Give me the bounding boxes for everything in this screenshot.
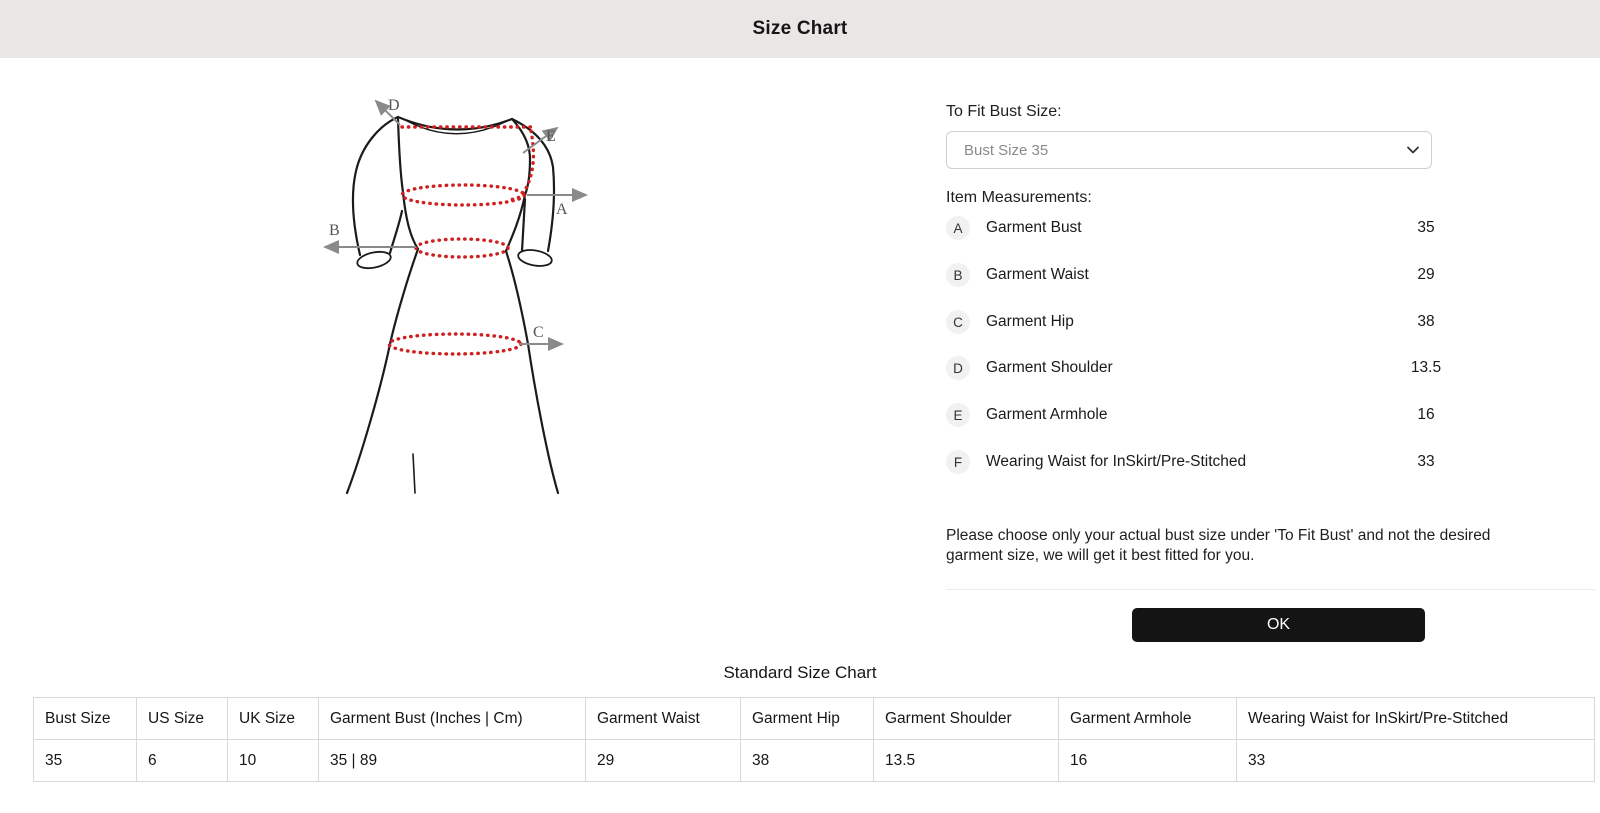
badge-c: C [946,310,970,334]
fit-note-line1: Please choose only your actual bust size… [946,527,1490,544]
ok-button[interactable]: OK [1132,608,1425,642]
dress-outline [347,117,558,493]
measurement-label: Garment Bust [986,219,1082,237]
fit-note: Please choose only your actual bust size… [946,526,1546,566]
cell-garment-waist: 29 [586,740,741,782]
standard-size-chart-table: Bust Size US Size UK Size Garment Bust (… [33,697,1595,782]
cell-garment-bust: 35 | 89 [319,740,586,782]
fit-bust-label: To Fit Bust Size: [946,103,1062,121]
item-measurements-label: Item Measurements: [946,189,1092,207]
divider [946,589,1595,590]
label-e: E [546,128,556,145]
measurement-row-a: A Garment Bust 35 [946,216,1446,240]
dress-diagram: D E A B C [312,86,612,500]
measurement-row-c: C Garment Hip 38 [946,310,1446,334]
size-selector-panel: To Fit Bust Size: Bust Size 35 Item Meas… [946,96,1595,662]
measurement-value: 35 [1401,219,1451,237]
col-garment-armhole: Garment Armhole [1059,698,1237,740]
cell-garment-shoulder: 13.5 [874,740,1059,782]
badge-b: B [946,263,970,287]
page-title: Size Chart [753,18,848,40]
bust-size-select-wrap: Bust Size 35 [946,131,1432,169]
measurement-label: Garment Shoulder [986,359,1113,377]
col-us-size: US Size [137,698,228,740]
title-bar: Size Chart [0,0,1600,58]
col-garment-shoulder: Garment Shoulder [874,698,1059,740]
measurement-value: 33 [1401,453,1451,471]
measurement-label: Garment Waist [986,266,1089,284]
cell-garment-hip: 38 [741,740,874,782]
cell-us-size: 6 [137,740,228,782]
col-uk-size: UK Size [228,698,319,740]
col-garment-waist: Garment Waist [586,698,741,740]
measurement-value: 29 [1401,266,1451,284]
measurement-value: 13.5 [1401,359,1451,377]
measurement-row-f: F Wearing Waist for InSkirt/Pre-Stitched… [946,450,1446,474]
col-wearing-waist: Wearing Waist for InSkirt/Pre-Stitched [1237,698,1595,740]
badge-f: F [946,450,970,474]
badge-a: A [946,216,970,240]
cell-uk-size: 10 [228,740,319,782]
fit-note-line2: garment size, we will get it best fitted… [946,547,1254,564]
measurement-row-b: B Garment Waist 29 [946,263,1446,287]
measurement-label: Wearing Waist for InSkirt/Pre-Stitched [986,453,1246,471]
measure-dotted-lines [389,127,533,354]
col-garment-bust: Garment Bust (Inches | Cm) [319,698,586,740]
table-header-row: Bust Size US Size UK Size Garment Bust (… [34,698,1595,740]
measurement-value: 38 [1401,313,1451,331]
measurement-label: Garment Hip [986,313,1074,331]
cell-bust-size: 35 [34,740,137,782]
table-row: 35 6 10 35 | 89 29 38 13.5 16 33 [34,740,1595,782]
label-d: D [388,97,400,114]
measurement-row-e: E Garment Armhole 16 [946,403,1446,427]
col-bust-size: Bust Size [34,698,137,740]
label-b: B [329,222,340,239]
measurement-label: Garment Armhole [986,406,1107,424]
label-a: A [556,201,568,218]
cell-garment-armhole: 16 [1059,740,1237,782]
col-garment-hip: Garment Hip [741,698,874,740]
badge-d: D [946,356,970,380]
bust-size-select[interactable]: Bust Size 35 [946,131,1432,169]
label-c: C [533,324,544,341]
standard-size-chart-title: Standard Size Chart [0,663,1600,683]
cell-wearing-waist: 33 [1237,740,1595,782]
measurement-row-d: D Garment Shoulder 13.5 [946,356,1446,380]
badge-e: E [946,403,970,427]
measurement-value: 16 [1401,406,1451,424]
